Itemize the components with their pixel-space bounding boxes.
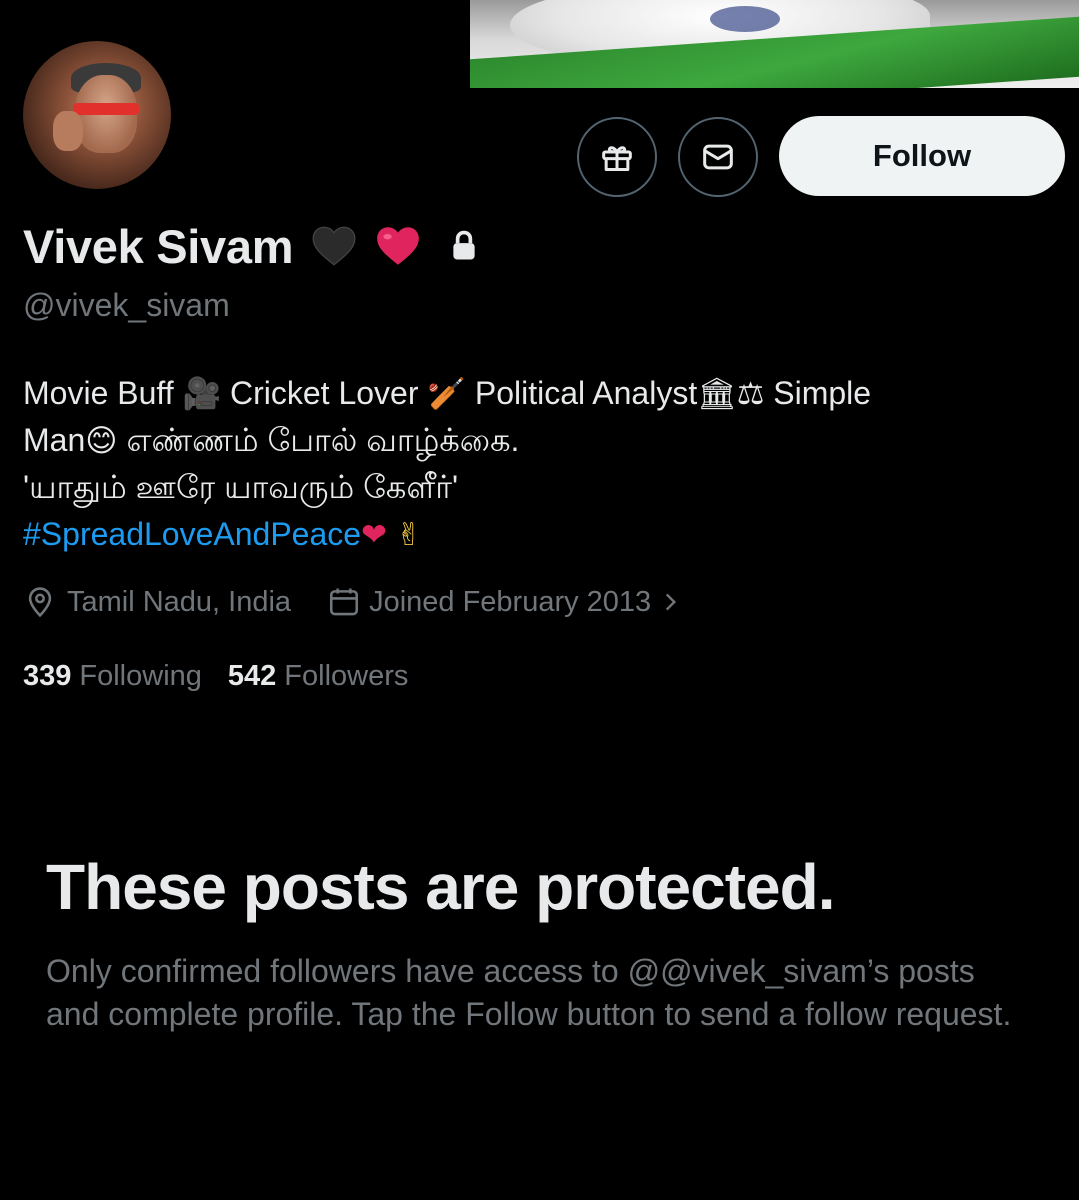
banner-image: [470, 0, 1079, 88]
following-label: Following: [79, 659, 202, 692]
avatar[interactable]: [20, 38, 174, 192]
movie-camera-emoji: 🎥: [182, 376, 222, 412]
chevron-right-icon[interactable]: [657, 589, 683, 615]
followers-label: Followers: [284, 659, 409, 692]
red-heart-icon: [377, 227, 420, 265]
mail-icon: [703, 144, 733, 170]
following-link[interactable]: 339 Following: [23, 660, 202, 693]
black-heart-icon: [312, 226, 356, 266]
following-count: 339: [23, 659, 72, 692]
joined-date[interactable]: Joined February 2013: [369, 586, 651, 619]
bio-line: Man😊 எண்ணம் போல் வாழ்க்கை.: [23, 417, 1063, 464]
bio-line: #SpreadLoveAndPeace❤ ✌: [23, 511, 1063, 558]
cricket-emoji: 🏏: [427, 376, 466, 412]
heart-emoji: ❤: [361, 517, 388, 553]
victory-hand-emoji: ✌: [395, 517, 422, 553]
message-button[interactable]: [678, 117, 758, 197]
follow-stats: 339 Following 542 Followers: [23, 656, 408, 696]
hashtag-link[interactable]: #SpreadLoveAndPeace: [23, 516, 361, 552]
protected-posts-title: These posts are protected.: [46, 851, 835, 923]
location-icon: [28, 587, 52, 618]
profile-name: Vivek Sivam: [23, 219, 294, 273]
gift-icon: [602, 146, 632, 171]
profile-bio: Movie Buff 🎥 Cricket Lover 🏏 Political A…: [23, 370, 1063, 558]
profile-name-row: Vivek Sivam: [23, 214, 479, 278]
gift-button[interactable]: [577, 117, 657, 197]
profile-handle: @vivek_sivam: [23, 287, 230, 323]
followers-count: 542: [227, 659, 277, 692]
calendar-icon: [330, 588, 359, 616]
classical-building-emoji: 🏛: [697, 376, 737, 412]
bio-line: Movie Buff 🎥 Cricket Lover 🏏 Political A…: [23, 370, 1063, 417]
lock-icon: [453, 230, 475, 260]
profile-meta: Tamil Nadu, India Joined February 2013: [23, 582, 683, 622]
bio-line: 'யாதும் ஊரே யாவரும் கேளீர்': [23, 469, 459, 505]
follow-button[interactable]: Follow: [779, 116, 1065, 196]
followers-link[interactable]: 542 Followers: [228, 660, 408, 693]
scales-emoji: ⚖: [736, 376, 765, 412]
protected-posts-message: Only confirmed followers have access to …: [46, 953, 1012, 1032]
location-text: Tamil Nadu, India: [67, 585, 292, 618]
smile-emoji: 😊: [85, 423, 118, 459]
